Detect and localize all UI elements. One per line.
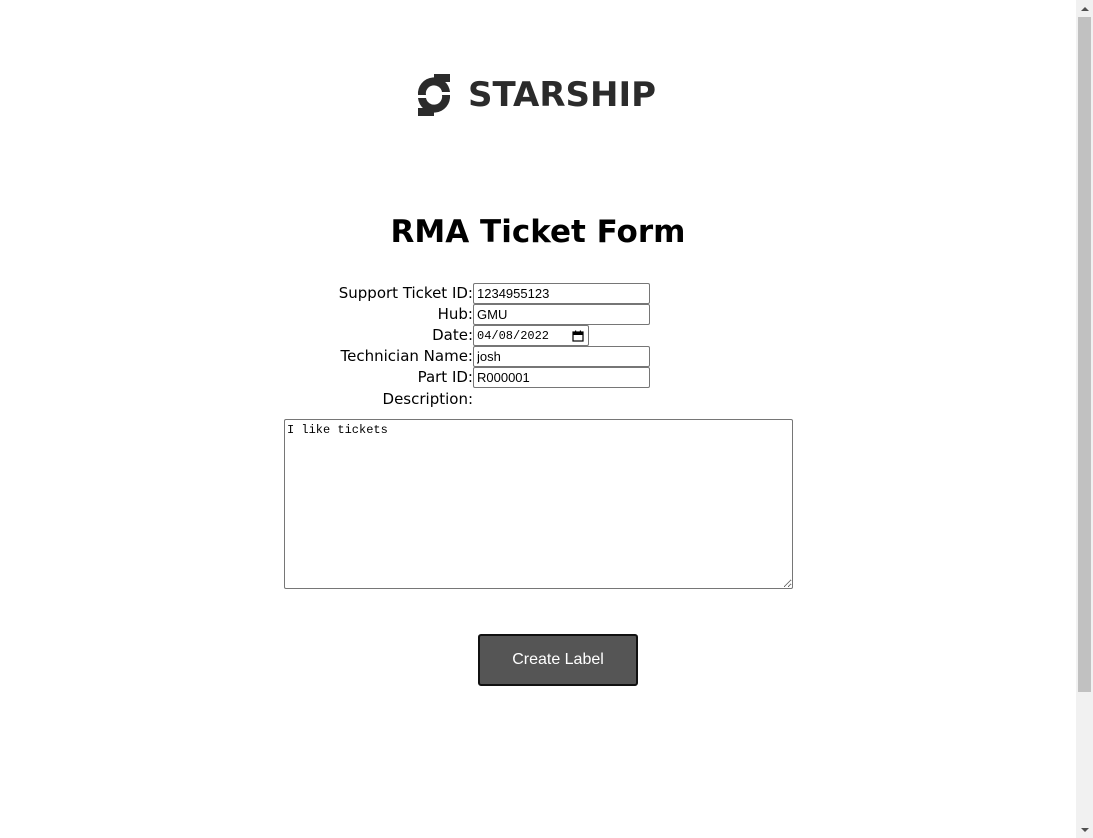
scroll-down-arrow-icon[interactable] <box>1076 821 1093 838</box>
date-label: Date: <box>432 326 473 344</box>
starship-logo-icon <box>412 73 456 117</box>
technician-name-row: Technician Name: <box>0 346 1076 367</box>
part-id-row: Part ID: <box>0 367 1076 388</box>
vertical-scrollbar[interactable] <box>1076 0 1093 838</box>
support-ticket-id-input[interactable] <box>473 283 650 304</box>
support-ticket-id-label: Support Ticket ID: <box>338 284 473 302</box>
brand-name: STARSHIP <box>468 75 657 115</box>
page: STARSHIP RMA Ticket Form Support Ticket … <box>0 0 1076 838</box>
technician-name-label: Technician Name: <box>340 347 473 365</box>
calendar-icon[interactable] <box>571 325 585 346</box>
hub-label: Hub: <box>437 305 473 323</box>
support-ticket-id-row: Support Ticket ID: <box>0 283 1076 304</box>
hub-row: Hub: <box>0 304 1076 325</box>
scrollbar-thumb[interactable] <box>1078 17 1091 692</box>
page-title: RMA Ticket Form <box>390 214 686 250</box>
starship-logo: STARSHIP <box>412 73 656 117</box>
description-row: Description: <box>0 389 1076 410</box>
part-id-label: Part ID: <box>417 368 473 386</box>
scroll-up-arrow-icon[interactable] <box>1076 0 1093 17</box>
technician-name-input[interactable] <box>473 346 650 367</box>
create-label-button[interactable]: Create Label <box>478 634 638 686</box>
hub-input[interactable] <box>473 304 650 325</box>
part-id-input[interactable] <box>473 367 650 388</box>
description-textarea[interactable] <box>284 419 793 589</box>
description-label: Description: <box>382 390 473 408</box>
date-row: Date: <box>0 325 1076 346</box>
